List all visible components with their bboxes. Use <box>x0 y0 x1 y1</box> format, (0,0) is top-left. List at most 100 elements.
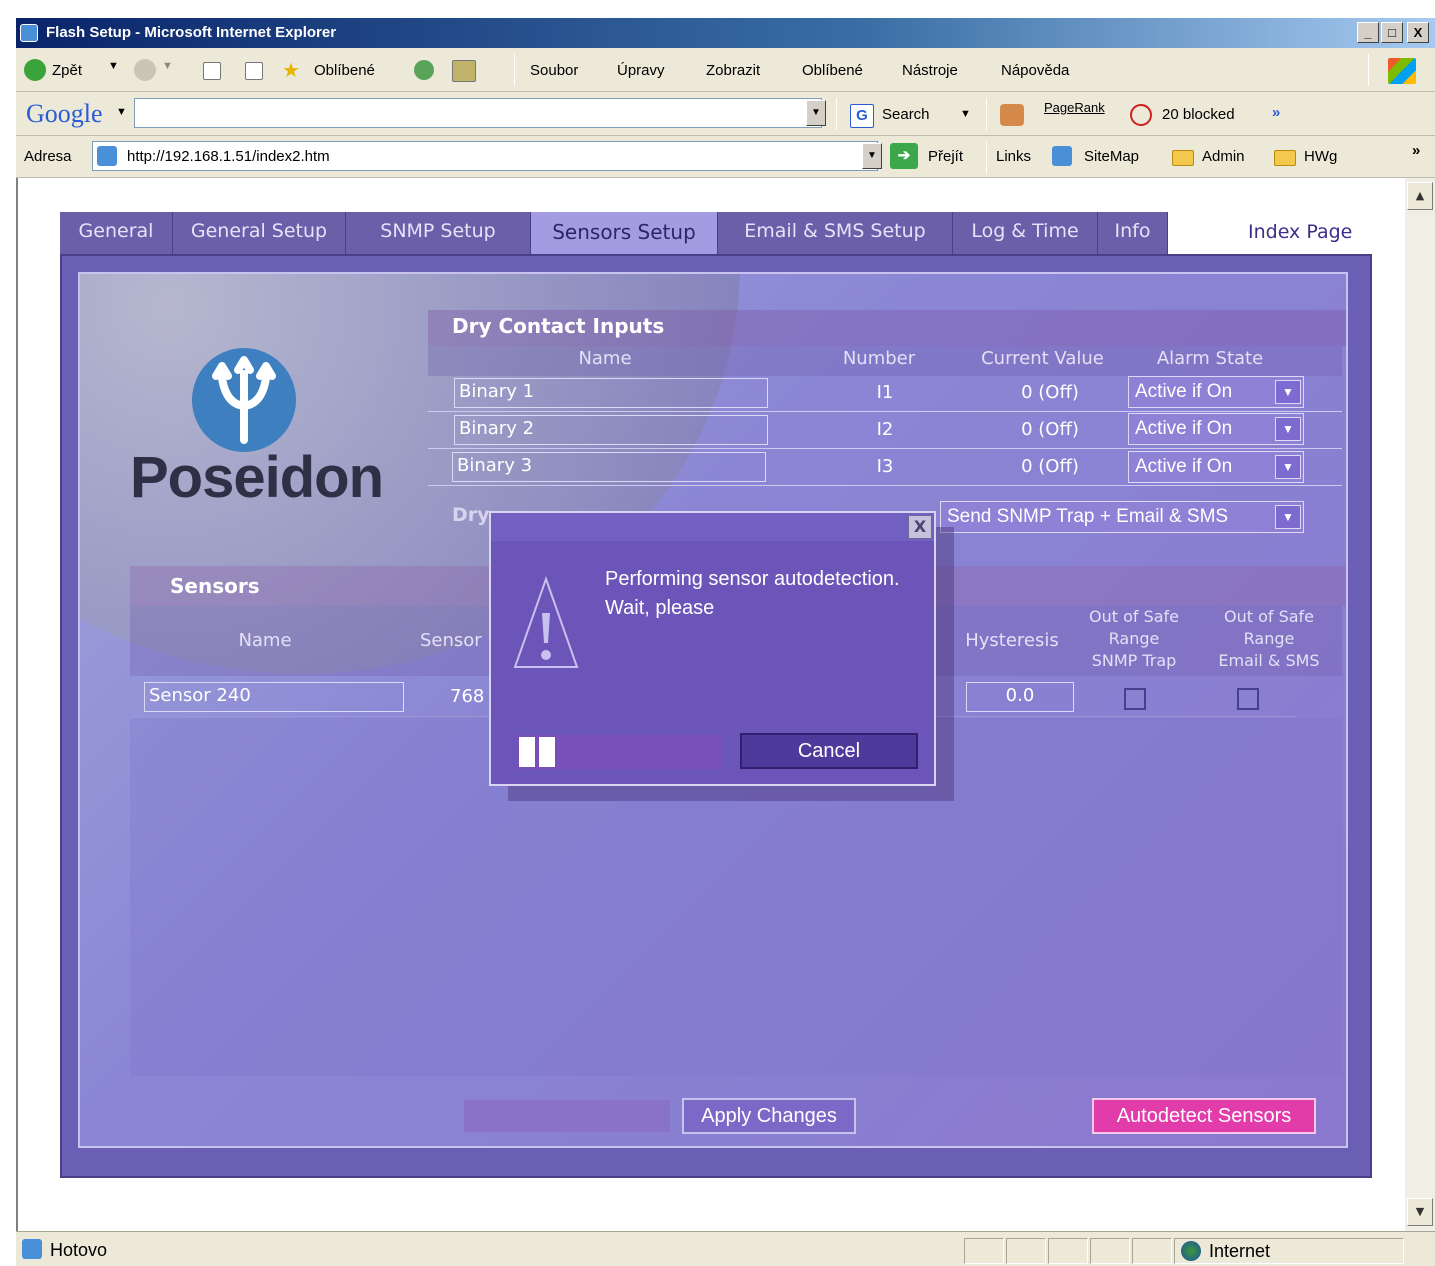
address-url[interactable]: http://192.168.1.51/index2.htm <box>127 148 330 165</box>
autodetect-sensors-button[interactable]: Autodetect Sensors <box>1092 1098 1316 1134</box>
history-icon[interactable] <box>414 60 434 80</box>
toolbar-separator <box>514 54 515 86</box>
binary-1-alarm-select[interactable]: Active if On ▼ <box>1128 376 1304 408</box>
sensor-240-oos-snmp-checkbox[interactable] <box>1124 688 1146 710</box>
window-title: Flash Setup - Microsoft Internet Explore… <box>46 24 337 41</box>
sensor-col-hysteresis: Hysteresis <box>965 630 1059 651</box>
scroll-up-icon[interactable]: ▲ <box>1407 182 1433 210</box>
dialog-close-button[interactable]: X <box>908 515 932 539</box>
status-pane <box>964 1238 1004 1264</box>
sensor-240-oos-email-checkbox[interactable] <box>1237 688 1259 710</box>
page-status-icon <box>22 1239 42 1259</box>
mail-icon[interactable] <box>452 60 476 82</box>
chevron-down-icon[interactable]: ▼ <box>1275 380 1301 404</box>
binary-3-alarm-select[interactable]: Active if On ▼ <box>1128 451 1304 483</box>
popups-blocked-count[interactable]: 20 blocked <box>1162 106 1235 123</box>
binary-1-number: I1 <box>876 382 894 403</box>
hwg-folder-icon[interactable] <box>1274 150 1296 166</box>
menu-view[interactable]: Zobrazit <box>706 62 760 79</box>
apply-changes-button[interactable]: Apply Changes <box>682 1098 856 1134</box>
menu-edit[interactable]: Úpravy <box>617 62 665 79</box>
tab-general-setup[interactable]: General Setup <box>173 212 346 254</box>
go-arrow-icon[interactable]: ➔ <box>890 143 918 169</box>
google-logo[interactable]: Google <box>26 99 103 129</box>
go-button[interactable]: Přejít <box>928 148 963 165</box>
binary-2-alarm-value: Active if On <box>1135 418 1233 439</box>
ie-icon <box>20 24 38 42</box>
favorites-star-icon[interactable]: ★ <box>282 58 300 83</box>
page-icon <box>97 146 117 166</box>
menu-favorites[interactable]: Oblíbené <box>802 62 863 79</box>
links-more-button[interactable]: » <box>1412 142 1420 159</box>
google-search-icon[interactable]: G <box>850 104 874 128</box>
link-admin[interactable]: Admin <box>1202 148 1245 165</box>
back-arrow-icon[interactable] <box>24 59 46 81</box>
binary-1-name-input[interactable]: Binary 1 <box>454 378 768 408</box>
sensor-240-name-input[interactable]: Sensor 240 <box>144 682 404 712</box>
back-button[interactable]: Zpět <box>52 62 82 79</box>
forward-dropdown-icon[interactable]: ▼ <box>162 60 173 72</box>
tab-snmp-setup[interactable]: SNMP Setup <box>346 212 531 254</box>
dry-contact-action-label: Dry <box>452 504 490 526</box>
google-more-button[interactable]: » <box>1272 104 1280 121</box>
menu-tools[interactable]: Nástroje <box>902 62 958 79</box>
oos-snmp-line3: SNMP Trap <box>1091 651 1177 670</box>
dry-contact-action-select[interactable]: Send SNMP Trap + Email & SMS ▼ <box>940 501 1304 533</box>
google-search-dropdown-icon[interactable]: ▼ <box>806 100 826 126</box>
sensor-240-hysteresis-input[interactable]: 0.0 <box>966 682 1074 712</box>
tab-info[interactable]: Info <box>1098 212 1168 254</box>
tab-log-time[interactable]: Log & Time <box>953 212 1098 254</box>
google-menu-dropdown-icon[interactable]: ▼ <box>116 106 127 118</box>
dry-col-alarm-state: Alarm State <box>1156 348 1264 369</box>
scroll-down-icon[interactable]: ▼ <box>1407 1198 1433 1226</box>
google-search-input[interactable] <box>134 98 822 128</box>
forward-arrow-icon[interactable] <box>134 59 156 81</box>
oos-email-line1: Out of Safe <box>1223 607 1315 626</box>
chevron-down-icon[interactable]: ▼ <box>1275 417 1301 441</box>
warning-icon <box>513 575 579 668</box>
sensor-col-id: Sensor <box>420 630 482 651</box>
address-input[interactable]: http://192.168.1.51/index2.htm <box>92 141 878 171</box>
apply-progress-bar <box>464 1100 670 1132</box>
binary-2-name-input[interactable]: Binary 2 <box>454 415 768 445</box>
window-titlebar: Flash Setup - Microsoft Internet Explore… <box>16 18 1435 48</box>
chevron-down-icon[interactable]: ▼ <box>1275 455 1301 479</box>
menu-help[interactable]: Nápověda <box>1001 62 1069 79</box>
security-zone-text: Internet <box>1209 1241 1271 1261</box>
search-dropdown-icon[interactable]: ▼ <box>960 108 971 120</box>
pagerank-label: PageRank <box>1044 100 1105 115</box>
refresh-icon[interactable] <box>245 62 263 80</box>
binary-3-name-input[interactable]: Binary 3 <box>452 452 766 482</box>
row-divider <box>428 448 1342 449</box>
links-label: Links <box>996 148 1032 165</box>
sensor-col-name: Name <box>238 630 292 651</box>
tab-email-sms-setup[interactable]: Email & SMS Setup <box>718 212 953 254</box>
address-bar: Adresa http://192.168.1.51/index2.htm ▼ … <box>16 136 1435 178</box>
maximize-button[interactable]: □ <box>1381 22 1403 43</box>
news-icon[interactable] <box>1000 104 1024 126</box>
close-window-button[interactable]: X <box>1407 22 1429 43</box>
link-hwg[interactable]: HWg <box>1304 148 1337 165</box>
chevron-down-icon[interactable]: ▼ <box>1275 505 1301 529</box>
binary-3-alarm-value: Active if On <box>1135 456 1233 477</box>
dialog-cancel-button[interactable]: Cancel <box>740 733 918 769</box>
index-page-link[interactable]: Index Page <box>1248 221 1352 243</box>
binary-2-alarm-select[interactable]: Active if On ▼ <box>1128 413 1304 445</box>
tab-general[interactable]: General <box>60 212 173 254</box>
minimize-button[interactable]: _ <box>1357 22 1379 43</box>
tab-sensors-setup[interactable]: Sensors Setup <box>531 212 718 254</box>
popup-blocker-icon[interactable] <box>1130 104 1152 126</box>
vertical-scrollbar[interactable]: ▲ ▼ <box>1405 178 1435 1231</box>
progress-segment <box>539 737 555 767</box>
progress-segment <box>519 737 535 767</box>
admin-folder-icon[interactable] <box>1172 150 1194 166</box>
back-dropdown-icon[interactable]: ▼ <box>108 60 119 72</box>
favorites-button[interactable]: Oblíbené <box>314 62 375 79</box>
sensor-col-oos-email: Out of Safe Range Email & SMS <box>1204 606 1334 672</box>
stop-icon[interactable] <box>203 62 221 80</box>
sitemap-icon[interactable] <box>1052 146 1072 166</box>
address-dropdown-icon[interactable]: ▼ <box>862 143 882 169</box>
link-sitemap[interactable]: SiteMap <box>1084 148 1139 165</box>
google-search-button[interactable]: Search <box>882 106 930 123</box>
menu-file[interactable]: Soubor <box>530 62 578 79</box>
